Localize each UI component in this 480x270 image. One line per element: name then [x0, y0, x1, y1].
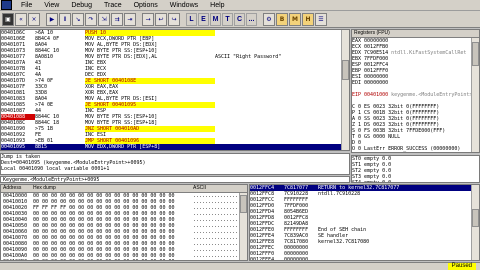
- disassembly-scrollbar[interactable]: [341, 30, 349, 150]
- address-bar-text: Keygenme.<ModuleEntryPoint>+0095: [3, 177, 100, 183]
- register-value[interactable]: ST4 empty 0.0: [352, 180, 391, 182]
- registers-title: Registers (FPU): [352, 30, 479, 38]
- executable-modules-button[interactable]: E: [198, 12, 209, 26]
- settings-icon[interactable]: ⚙: [263, 12, 275, 26]
- register-row: [352, 152, 479, 153]
- register-comment: keygenme.<ModuleEntryPoint>: [391, 92, 473, 98]
- registers-list: EAX 00000000 ECX 0012FFB0 EDX 7C90E514 ntdl…: [352, 38, 479, 153]
- register-value[interactable]: O 0 LastErr ERROR_SUCCESS (00000000): [352, 146, 460, 152]
- disasm-address: 00401099: [1, 150, 35, 151]
- menu-help[interactable]: Help: [204, 0, 230, 11]
- dump-header: Address Hex dump ASCII: [1, 185, 247, 193]
- disassembly-pane[interactable]: 0040106C >6A 10 PUSH 10 0040106E 8B4C4 0F M…: [0, 29, 350, 151]
- status-state: Paused: [447, 263, 476, 270]
- address-bar[interactable]: Keygenme.<ModuleEntryPoint>+0095: [0, 176, 350, 183]
- memory-bp-button[interactable]: M: [289, 12, 301, 26]
- fpu-pane: ST0 empty 0.0 ST1 empty 0.0 ST2 empty 0.0 S…: [351, 155, 480, 183]
- register-value[interactable]: EIP 00401000: [352, 92, 388, 98]
- restart-icon[interactable]: «: [15, 12, 27, 26]
- stack-scrollbar[interactable]: [471, 185, 479, 260]
- open-icon[interactable]: ▣: [2, 12, 14, 26]
- menu-options[interactable]: Options: [128, 0, 164, 11]
- disassembly-list: 0040106C >6A 10 PUSH 10 0040106E 8B4C4 0F M…: [1, 30, 349, 151]
- log-window-button[interactable]: L: [186, 12, 197, 26]
- disasm-instruction: MOV ECX,DWORD PTR [ESP+0C]: [85, 150, 215, 151]
- hex-dump-pane[interactable]: Address Hex dump ASCII 00410000 00 00 00 00…: [0, 184, 248, 261]
- menu-view[interactable]: View: [38, 0, 65, 11]
- stack-rows: 0012FFC4 7C817077 RETURN to kernel32.7C817…: [250, 185, 479, 261]
- threads-button[interactable]: T: [222, 12, 233, 26]
- menu-file[interactable]: File: [15, 0, 38, 11]
- goto-icon[interactable]: →: [142, 12, 154, 26]
- register-comment: ntdll.KiFastSystemCallRet: [391, 50, 467, 56]
- dump-scrollbar[interactable]: [239, 193, 247, 260]
- execute-till-return-icon[interactable]: ⇥: [124, 12, 136, 26]
- step-into-icon[interactable]: ↘: [72, 12, 84, 26]
- step-forward-icon[interactable]: ↪: [168, 12, 180, 26]
- stack-value: 00000000: [284, 257, 309, 261]
- disasm-hex: 8B0D: [35, 150, 85, 151]
- memory-map-button[interactable]: M: [210, 12, 221, 26]
- menu-bar: File View Debug Trace Options Windows He…: [0, 0, 480, 11]
- breakpoints-button[interactable]: B: [276, 12, 288, 26]
- list-icon[interactable]: ☰: [315, 12, 327, 26]
- dump-rows: 00410000 00 00 00 00 00 00 00 00 00 00 00…: [1, 193, 247, 260]
- menu-debug[interactable]: Debug: [65, 0, 98, 11]
- app-icon[interactable]: [1, 0, 12, 10]
- dump-header-ascii[interactable]: ASCII: [193, 185, 241, 192]
- registers-pane[interactable]: Registers (FPU) EAX 00000000 ECX 0012FFB0…: [351, 29, 480, 153]
- register-row: EIP 00401000 keygenme.<ModuleEntryPoint>: [352, 92, 479, 98]
- stack-row[interactable]: 0012FFF4 00000000: [250, 257, 479, 261]
- dump-header-hex[interactable]: Hex dump: [33, 185, 193, 192]
- trace-over-icon[interactable]: ⇉: [111, 12, 123, 26]
- step-back-icon[interactable]: ↩: [155, 12, 167, 26]
- close-icon[interactable]: ×: [28, 12, 40, 26]
- dump-hex: 00 00 00 00 00 00 00 00 00 00 00 00 00 0…: [33, 259, 193, 260]
- registers-scrollbar[interactable]: [471, 38, 479, 152]
- run-icon[interactable]: ▶: [46, 12, 58, 26]
- stack-pane[interactable]: 0012FFC4 7C817077 RETURN to kernel32.7C817…: [249, 184, 480, 261]
- pause-icon[interactable]: Ⅱ: [59, 12, 71, 26]
- dump-ascii: ................: [193, 259, 241, 260]
- menu-windows[interactable]: Windows: [164, 0, 204, 11]
- cpu-button[interactable]: C: [234, 12, 245, 26]
- register-row: ST4 empty 0.0: [352, 180, 479, 182]
- register-value[interactable]: EDI 00000000: [352, 80, 388, 86]
- patches-button[interactable]: ...: [246, 12, 257, 26]
- register-row: O 0 LastErr ERROR_SUCCESS (00000000): [352, 146, 479, 152]
- hardware-bp-button[interactable]: H: [302, 12, 314, 26]
- dump-header-address[interactable]: Address: [3, 185, 33, 192]
- info-pane: Jump is taken Dest=00401095 (keygenme.<M…: [0, 153, 350, 175]
- status-bar: Paused: [0, 262, 480, 270]
- menu-trace[interactable]: Trace: [98, 0, 128, 11]
- dump-address: 004100B0: [3, 259, 33, 260]
- stack-address: 0012FFF4: [250, 257, 275, 261]
- trace-into-icon[interactable]: ⇲: [98, 12, 110, 26]
- info-line: Local 00401090 local variable 0001+1: [1, 166, 110, 172]
- step-over-icon[interactable]: ↷: [85, 12, 97, 26]
- toolbar: ▣ « × ▶ Ⅱ ↘ ↷ ⇲ ⇉ ⇥ → ↩ ↪ L E M T C ... …: [0, 11, 480, 28]
- disasm-row[interactable]: 00401099 8B0DMOV ECX,DWORD PTR [ESP+0C]: [1, 150, 349, 151]
- dump-row[interactable]: 004100B000 00 00 00 00 00 00 00 00 00 00…: [1, 259, 247, 260]
